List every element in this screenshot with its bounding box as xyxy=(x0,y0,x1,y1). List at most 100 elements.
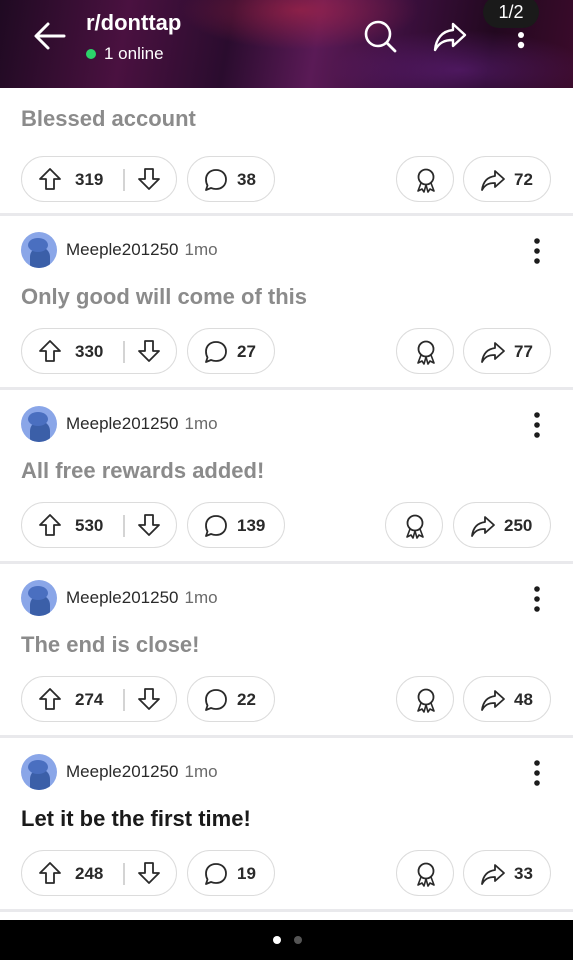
comment-icon xyxy=(205,169,227,191)
post-actions: 274 22 48 xyxy=(0,676,573,724)
subreddit-name[interactable]: r/donttap xyxy=(86,10,181,36)
avatar[interactable] xyxy=(21,580,57,616)
upvote-icon[interactable] xyxy=(38,167,62,191)
post-title[interactable]: All free rewards added! xyxy=(21,458,264,484)
comments-button[interactable]: 139 xyxy=(187,502,285,548)
app-header: r/donttap 1 online 1/2 xyxy=(0,0,573,88)
comment-count: 139 xyxy=(237,516,266,535)
vote-control: 274 xyxy=(21,676,177,722)
comments-button[interactable]: 27 xyxy=(187,328,275,374)
author-name[interactable]: Meeple201250 xyxy=(66,762,178,781)
comment-icon xyxy=(205,863,227,885)
vote-score: 330 xyxy=(75,342,104,361)
author-name[interactable]: Meeple201250 xyxy=(66,240,178,259)
author-name[interactable]: Meeple201250 xyxy=(66,588,178,607)
more-vertical-icon xyxy=(534,586,540,612)
vote-control: 530 xyxy=(21,502,177,548)
vote-control: 319 xyxy=(21,156,177,202)
upvote-icon[interactable] xyxy=(38,513,62,537)
bottom-bar xyxy=(0,920,573,960)
award-icon xyxy=(417,168,435,193)
post-title[interactable]: Blessed account xyxy=(21,106,196,132)
downvote-icon[interactable] xyxy=(137,861,161,885)
post-meta: Meeple201250 1mo xyxy=(66,588,218,608)
upvote-icon[interactable] xyxy=(38,687,62,711)
share-icon xyxy=(481,864,505,885)
downvote-icon[interactable] xyxy=(137,339,161,363)
share-icon xyxy=(481,342,505,363)
page-dot-active xyxy=(273,936,281,944)
post-more-button[interactable] xyxy=(526,236,548,266)
award-icon xyxy=(406,514,424,539)
share-post-button[interactable]: 33 xyxy=(463,850,551,896)
post-more-button[interactable] xyxy=(526,410,548,440)
share-post-button[interactable]: 77 xyxy=(463,328,551,374)
post-title[interactable]: Let it be the first time! xyxy=(21,806,251,832)
share-count: 77 xyxy=(514,342,533,361)
post-meta: Meeple201250 1mo xyxy=(66,240,218,260)
post-age: 1mo xyxy=(184,240,218,259)
comment-count: 19 xyxy=(237,864,256,883)
post-actions: 530 139 250 xyxy=(0,502,573,550)
upvote-icon[interactable] xyxy=(38,861,62,885)
post-card[interactable]: Meeple201250 1mo Only good will come of t… xyxy=(0,216,573,390)
comments-button[interactable]: 22 xyxy=(187,676,275,722)
post-more-button[interactable] xyxy=(526,758,548,788)
post-actions: 319 38 72 xyxy=(0,156,573,204)
back-button[interactable] xyxy=(30,18,70,54)
avatar[interactable] xyxy=(21,754,57,790)
upvote-icon[interactable] xyxy=(38,339,62,363)
vote-control: 330 xyxy=(21,328,177,374)
online-dot xyxy=(86,49,96,59)
vote-control: 248 xyxy=(21,850,177,896)
post-card[interactable]: Meeple201250 1mo All free rewards added! … xyxy=(0,390,573,564)
comments-button[interactable]: 38 xyxy=(187,156,275,202)
page-dot xyxy=(294,936,302,944)
author-name[interactable]: Meeple201250 xyxy=(66,414,178,433)
search-button[interactable] xyxy=(362,18,398,54)
post-card[interactable]: Blessed account 319 38 72 xyxy=(0,88,573,216)
share-post-button[interactable]: 48 xyxy=(463,676,551,722)
vote-score: 319 xyxy=(75,170,104,189)
downvote-icon[interactable] xyxy=(137,513,161,537)
award-button[interactable] xyxy=(396,156,454,202)
vote-divider xyxy=(123,863,125,885)
post-feed: Blessed account 319 38 72 Meeple201250 1… xyxy=(0,88,573,912)
post-title[interactable]: The end is close! xyxy=(21,632,200,658)
downvote-icon[interactable] xyxy=(137,167,161,191)
share-post-button[interactable]: 250 xyxy=(453,502,551,548)
award-button[interactable] xyxy=(385,502,443,548)
share-post-button[interactable]: 72 xyxy=(463,156,551,202)
post-actions: 248 19 33 xyxy=(0,850,573,898)
award-button[interactable] xyxy=(396,676,454,722)
vote-divider xyxy=(123,169,125,191)
award-button[interactable] xyxy=(396,328,454,374)
post-card[interactable]: Meeple201250 1mo The end is close! 274 22… xyxy=(0,564,573,738)
comment-count: 38 xyxy=(237,170,256,189)
award-button[interactable] xyxy=(396,850,454,896)
award-icon xyxy=(417,688,435,713)
online-count: 1 online xyxy=(104,44,164,63)
post-age: 1mo xyxy=(184,588,218,607)
post-actions: 330 27 77 xyxy=(0,328,573,376)
share-count: 72 xyxy=(514,170,533,189)
post-more-button[interactable] xyxy=(526,584,548,614)
avatar[interactable] xyxy=(21,232,57,268)
post-card[interactable]: Meeple201250 1mo Let it be the first time… xyxy=(0,738,573,912)
comments-button[interactable]: 19 xyxy=(187,850,275,896)
comment-count: 22 xyxy=(237,690,256,709)
share-button[interactable] xyxy=(432,18,468,54)
share-icon xyxy=(433,22,467,52)
share-icon xyxy=(471,516,495,537)
vote-score: 248 xyxy=(75,864,104,883)
post-meta: Meeple201250 1mo xyxy=(66,414,218,434)
page-indicator: 1/2 xyxy=(483,0,539,28)
comment-icon xyxy=(205,689,227,711)
more-vertical-icon xyxy=(534,760,540,786)
vote-divider xyxy=(123,341,125,363)
comment-icon xyxy=(205,341,227,363)
back-arrow-icon xyxy=(34,22,66,50)
post-title[interactable]: Only good will come of this xyxy=(21,284,307,310)
avatar[interactable] xyxy=(21,406,57,442)
downvote-icon[interactable] xyxy=(137,687,161,711)
